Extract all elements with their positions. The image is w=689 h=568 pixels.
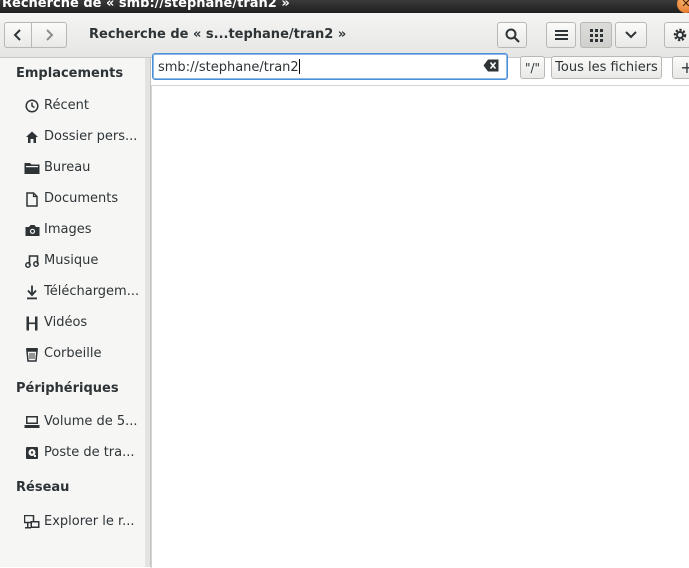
location-entry[interactable]: smb://stephane/tran2 (152, 53, 508, 80)
grid-icon (589, 28, 603, 42)
sidebar-item-label: Musique (44, 253, 99, 268)
chevron-left-icon (13, 29, 21, 41)
sidebar-item-recent[interactable]: Récent (0, 94, 145, 118)
chevron-down-icon (625, 31, 637, 39)
root-path-button[interactable]: "/" (520, 56, 545, 79)
file-list-view[interactable] (151, 85, 689, 568)
sidebar-item-label: Volume de 5... (44, 414, 138, 429)
camera-icon (23, 221, 41, 239)
list-view-button[interactable] (546, 22, 576, 48)
computer-icon (23, 444, 41, 462)
music-icon (23, 252, 41, 270)
sidebar-item-volume[interactable]: Volume de 5... (0, 410, 145, 434)
section-places: Emplacements (16, 66, 124, 81)
network-icon (23, 513, 41, 531)
sidebar-item-label: Corbeille (44, 346, 102, 361)
sidebar-item-label: Explorer le r... (44, 514, 135, 529)
sidebar-item-label: Récent (44, 98, 89, 113)
location-toolbar: smb://stephane/tran2 "/" Tous les fichie… (150, 50, 689, 84)
folder-icon (23, 159, 41, 177)
window-titlebar: Recherche de « smb://stephane/tran2 » ✕ (0, 0, 689, 13)
sidebar-item-home[interactable]: Dossier pers... (0, 125, 145, 149)
clock-icon (23, 97, 41, 115)
home-icon (23, 128, 41, 146)
sidebar-item-label: Téléchargem... (44, 284, 140, 299)
sidebar-item-pictures[interactable]: Images (0, 218, 145, 242)
clear-entry-icon[interactable] (483, 59, 499, 72)
file-filter-combo[interactable]: Tous les fichiers (551, 56, 662, 79)
grid-view-button[interactable] (580, 22, 612, 48)
search-button[interactable] (497, 22, 527, 48)
sidebar-item-music[interactable]: Musique (0, 249, 145, 273)
sidebar-item-label: Documents (44, 191, 119, 206)
sidebar-item-computer[interactable]: Poste de tra... (0, 441, 145, 465)
window-title: Recherche de « smb://stephane/tran2 » (2, 0, 290, 11)
back-button[interactable] (4, 22, 32, 48)
sidebar-item-trash[interactable]: Corbeille (0, 342, 145, 366)
sidebar-item-label: Poste de tra... (44, 445, 135, 460)
add-button[interactable]: + (672, 56, 689, 79)
location-value: smb://stephane/tran2 (158, 59, 300, 75)
film-icon (23, 314, 41, 332)
sidebar-item-label: Dossier pers... (44, 129, 138, 144)
list-icon (554, 30, 568, 40)
chevron-right-icon (46, 29, 54, 41)
sidebar-item-downloads[interactable]: Téléchargem... (0, 280, 145, 304)
sidebar-item-videos[interactable]: Vidéos (0, 311, 145, 335)
sidebar-item-browse-network[interactable]: Explorer le r... (0, 510, 145, 534)
drive-icon (23, 413, 41, 431)
header-title: Recherche de « s...tephane/tran2 » (89, 27, 347, 42)
section-devices: Périphériques (16, 381, 119, 396)
sidebar-item-label: Vidéos (44, 315, 88, 330)
forward-button[interactable] (32, 22, 67, 48)
document-icon (23, 190, 41, 208)
view-options-button[interactable] (615, 22, 647, 48)
section-network: Réseau (16, 480, 70, 495)
trash-icon (23, 345, 41, 363)
search-icon (505, 28, 520, 43)
settings-button[interactable] (664, 22, 689, 48)
text-caret (298, 59, 300, 74)
sidebar-item-desktop[interactable]: Bureau (0, 156, 145, 180)
gear-icon (673, 28, 687, 42)
sidebar-item-label: Bureau (44, 160, 91, 175)
sidebar-item-documents[interactable]: Documents (0, 187, 145, 211)
download-icon (23, 283, 41, 301)
places-sidebar: Emplacements Récent Dossier pers... Bure… (0, 58, 146, 567)
close-icon[interactable]: ✕ (677, 0, 689, 13)
sidebar-item-label: Images (44, 222, 92, 237)
